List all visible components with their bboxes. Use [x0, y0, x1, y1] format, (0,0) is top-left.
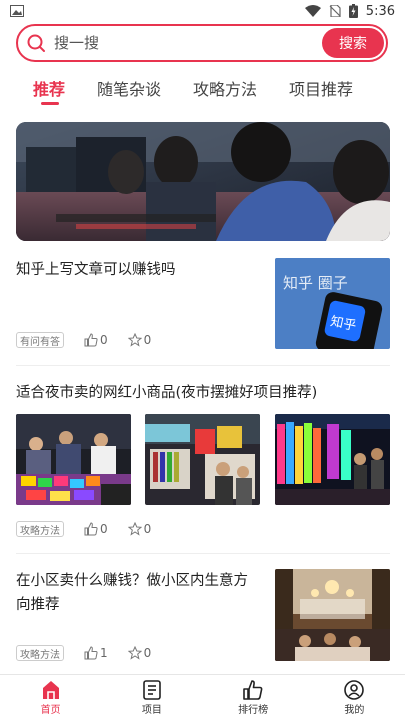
thumbs-up-icon	[84, 333, 98, 347]
article-title: 在小区卖什么赚钱？做小区内生意方向推荐	[16, 573, 248, 613]
article-thumbnail[interactable]: 知乎 圈子 知乎	[275, 258, 390, 349]
article-tag: 攻略方法	[16, 521, 64, 537]
article-title: 知乎上写文章可以赚钱吗	[16, 262, 176, 278]
wifi-icon	[304, 5, 321, 17]
article-meta: 有问有答 0 0	[16, 332, 151, 348]
divider	[16, 553, 390, 554]
tab-label: 随笔杂谈	[97, 80, 162, 99]
divider	[16, 365, 390, 366]
like-count: 0	[100, 333, 108, 347]
user-icon	[344, 680, 365, 700]
favorite-stat[interactable]: 0	[127, 522, 152, 536]
gallery-notification-icon	[10, 5, 24, 17]
like-count: 0	[100, 522, 108, 536]
like-stat[interactable]: 0	[84, 333, 108, 347]
nav-label: 项目	[141, 705, 162, 716]
favorite-stat[interactable]: 0	[127, 646, 152, 660]
tab-label: 推荐	[33, 80, 66, 99]
article-thumbnail[interactable]	[145, 414, 260, 505]
thumbs-up-icon	[84, 646, 98, 660]
active-tab-indicator	[41, 102, 59, 105]
thumbnail-banner-text: 知乎 圈子	[283, 274, 348, 292]
category-tabs: 推荐 随笔杂谈 攻略方法 项目推荐	[0, 72, 405, 108]
nav-item-profile[interactable]: 我的	[304, 675, 405, 720]
document-icon	[143, 680, 161, 700]
status-time: 5:36	[365, 3, 395, 19]
search-icon	[27, 34, 45, 52]
search-button[interactable]: 搜索	[322, 28, 384, 58]
nav-item-ranking[interactable]: 排行榜	[203, 675, 304, 720]
tab-guides[interactable]: 攻略方法	[193, 72, 257, 108]
status-bar: 5:36	[0, 0, 405, 22]
nav-item-home[interactable]: 首页	[0, 675, 101, 720]
battery-icon	[348, 4, 358, 18]
like-stat[interactable]: 0	[84, 522, 108, 536]
search-input[interactable]	[54, 34, 322, 52]
search-bar: 搜索	[16, 24, 388, 62]
bottom-navigation: 首页 项目 排行榜 我的	[0, 674, 405, 720]
article-title: 适合夜市卖的网红小商品(夜市摆摊好项目推荐)	[16, 385, 318, 401]
esports-banner-picture	[16, 122, 390, 241]
favorite-count: 0	[143, 646, 152, 660]
home-icon	[42, 681, 59, 699]
article-meta: 攻略方法 0 0	[16, 521, 151, 537]
tab-projects[interactable]: 项目推荐	[289, 72, 353, 108]
nav-label: 我的	[344, 705, 365, 716]
article-thumbnail[interactable]	[275, 414, 390, 505]
tab-essays[interactable]: 随笔杂谈	[97, 72, 161, 108]
like-stat[interactable]: 1	[84, 646, 108, 660]
article-tag: 攻略方法	[16, 645, 64, 661]
article-item[interactable]: 适合夜市卖的网红小商品(夜市摆摊好项目推荐)	[16, 381, 390, 405]
article-tag: 有问有答	[16, 332, 64, 348]
star-icon	[127, 646, 142, 660]
favorite-stat[interactable]: 0	[127, 333, 152, 347]
tab-label: 攻略方法	[193, 80, 258, 99]
nav-label: 排行榜	[238, 705, 269, 716]
thumbs-up-icon	[84, 522, 98, 536]
favorite-count: 0	[143, 522, 152, 536]
star-icon	[127, 522, 142, 536]
nav-item-projects[interactable]: 项目	[101, 675, 202, 720]
article-meta: 攻略方法 1 0	[16, 645, 151, 661]
thumbs-up-icon	[243, 680, 263, 700]
banner-image[interactable]	[16, 122, 390, 241]
article-thumbnail[interactable]	[16, 414, 131, 505]
tab-label: 项目推荐	[289, 80, 354, 99]
star-icon	[127, 333, 142, 347]
like-count: 1	[100, 646, 108, 660]
tab-recommend[interactable]: 推荐	[33, 72, 65, 108]
favorite-count: 0	[143, 333, 152, 347]
no-sim-icon	[329, 5, 341, 17]
article-thumbnail[interactable]	[275, 569, 390, 661]
nav-label: 首页	[40, 705, 61, 716]
